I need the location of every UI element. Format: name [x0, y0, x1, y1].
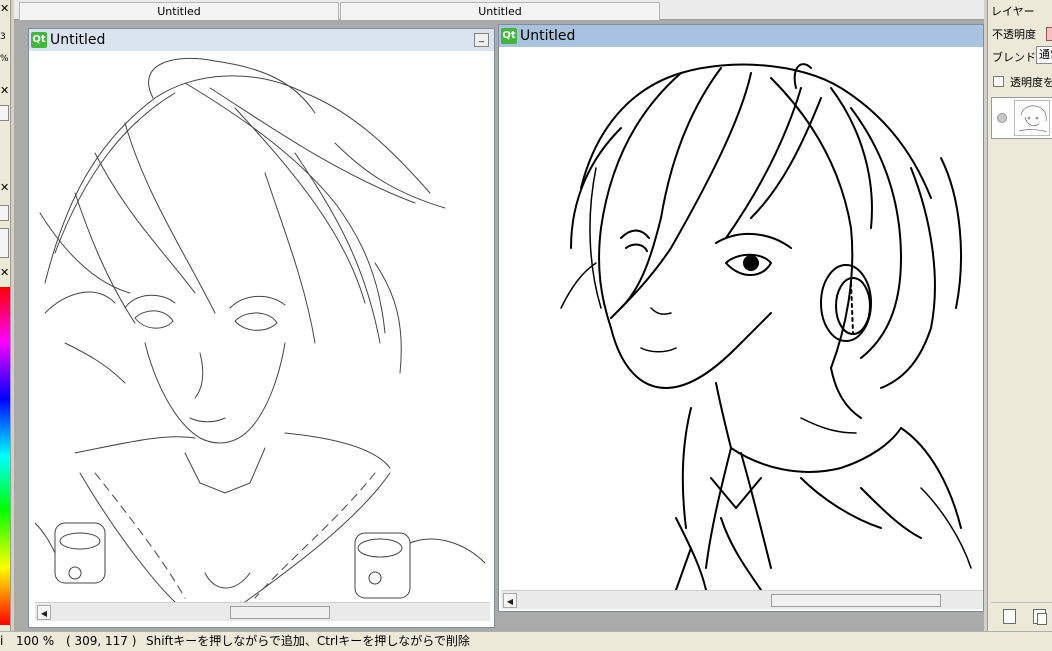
cursor-coordinates: ( 309, 117 ) — [66, 634, 137, 648]
blend-mode-select[interactable]: 通常 — [1036, 46, 1052, 64]
window-title: Untitled — [520, 28, 576, 44]
scroll-thumb[interactable] — [230, 606, 330, 619]
status-bar: i 100 % ( 309, 117 ) Shiftキーを押しながらで追加、Ct… — [0, 631, 1052, 651]
close-icon[interactable]: ✕ — [0, 84, 10, 98]
line-art-drawing — [35, 57, 486, 602]
document-tab[interactable]: Untitled — [19, 2, 339, 20]
close-icon[interactable]: ✕ — [0, 2, 10, 16]
dock-button[interactable] — [0, 228, 9, 258]
document-window-right: Qt Untitled ◀ — [498, 24, 984, 612]
preserve-alpha-label: 透明度を保護 — [1010, 76, 1052, 89]
layer-panel-title: レイヤー — [991, 5, 1035, 18]
layer-item[interactable] — [991, 97, 1052, 139]
qt-logo-icon: Qt — [501, 28, 517, 44]
qt-logo-icon: Qt — [31, 32, 47, 48]
scroll-left-arrow-icon[interactable]: ◀ — [503, 593, 517, 608]
drawing-canvas[interactable] — [501, 48, 983, 590]
dock-button[interactable] — [0, 205, 9, 221]
tool-hint: Shiftキーを押しながらで追加、Ctrlキーを押しながらで削除 — [146, 634, 470, 648]
left-dock-strip: ✕ 3 % ✕ ✕ ✕ — [0, 0, 11, 631]
blend-label: ブレンド — [992, 51, 1036, 64]
drawing-canvas[interactable] — [35, 53, 490, 602]
dock-fragment-value: 3 — [0, 32, 6, 42]
layer-thumbnail — [1014, 100, 1050, 136]
status-fragment: i — [0, 634, 4, 648]
close-icon[interactable]: ✕ — [0, 181, 10, 195]
color-hue-palette[interactable] — [0, 287, 10, 625]
horizontal-scrollbar[interactable]: ◀ — [35, 602, 490, 621]
line-art-drawing — [560, 63, 972, 590]
scroll-left-arrow-icon[interactable]: ◀ — [37, 605, 51, 620]
layer-panel: レイヤー 不透明度 ブレンド 通常 透明度を保護 — [987, 0, 1052, 631]
window-titlebar[interactable]: Qt Untitled _ — [29, 29, 494, 51]
document-tabbar: Untitled Untitled — [14, 0, 984, 20]
close-icon[interactable]: ✕ — [0, 266, 10, 280]
visibility-icon[interactable] — [997, 113, 1007, 123]
opacity-label: 不透明度 — [992, 28, 1036, 41]
dock-button[interactable] — [0, 105, 9, 121]
zoom-level: 100 % — [16, 634, 55, 648]
mdi-area: Untitled Untitled Qt Untitled _ ◀ Qt Unt… — [14, 0, 984, 631]
document-window-left: Qt Untitled _ ◀ — [28, 28, 495, 628]
horizontal-scrollbar[interactable]: ◀ — [501, 590, 983, 609]
document-tab[interactable]: Untitled — [340, 2, 660, 20]
preserve-alpha-checkbox[interactable] — [993, 76, 1004, 87]
new-layer-icon[interactable] — [1003, 609, 1016, 624]
layer-actions-bar — [991, 602, 1052, 628]
layer-thumbnail-art — [1018, 105, 1048, 133]
window-title: Untitled — [50, 32, 106, 48]
window-titlebar[interactable]: Qt Untitled — [499, 25, 983, 47]
duplicate-layer-icon[interactable] — [1033, 609, 1047, 625]
minimize-icon[interactable]: _ — [474, 33, 489, 47]
dock-fragment-unit: % — [0, 54, 9, 64]
scroll-thumb[interactable] — [771, 594, 941, 607]
opacity-slider[interactable] — [1046, 27, 1052, 41]
